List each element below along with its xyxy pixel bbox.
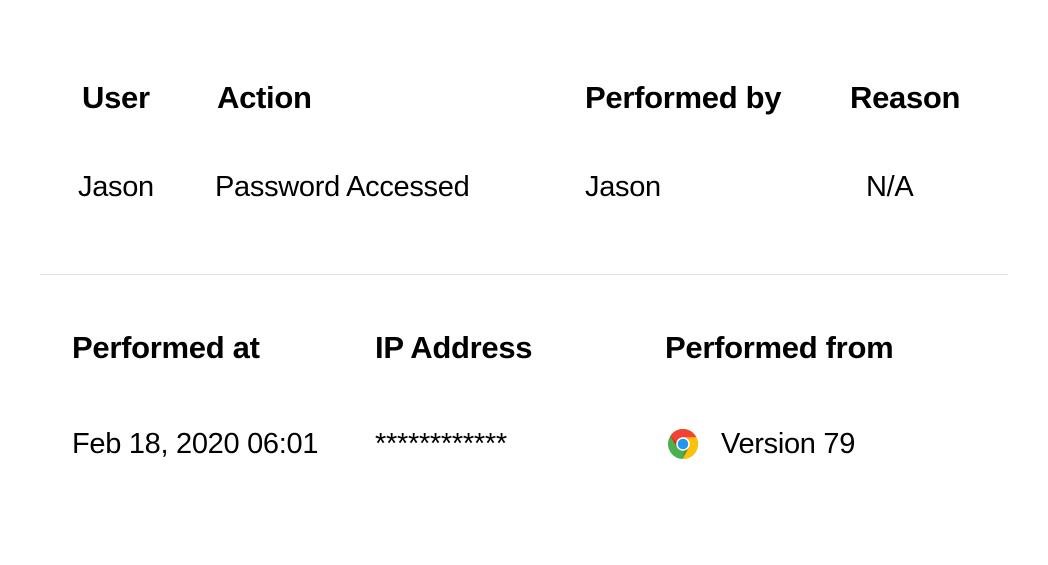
- bottom-value-row: Feb 18, 2020 06:01 ************: [40, 426, 1008, 462]
- value-performed-at: Feb 18, 2020 06:01: [72, 428, 318, 461]
- header-user: User: [82, 80, 150, 116]
- audit-top-section: User Action Performed by Reason Jason Pa…: [40, 0, 1008, 275]
- performed-from-browser: Version 79: [665, 426, 855, 462]
- top-header-row: User Action Performed by Reason: [40, 80, 1008, 116]
- header-performed-at: Performed at: [72, 330, 260, 366]
- value-performed-by: Jason: [585, 171, 661, 204]
- value-ip-address: ************: [375, 428, 507, 461]
- value-reason: N/A: [866, 171, 913, 204]
- value-user: Jason: [78, 171, 154, 204]
- bottom-header-row: Performed at IP Address Performed from: [40, 330, 1008, 366]
- top-value-row: Jason Password Accessed Jason N/A: [40, 171, 1008, 204]
- header-reason: Reason: [850, 80, 960, 116]
- header-performed-from: Performed from: [665, 330, 893, 366]
- header-performed-by: Performed by: [585, 80, 781, 116]
- audit-bottom-section: Performed at IP Address Performed from F…: [40, 275, 1008, 522]
- header-ip-address: IP Address: [375, 330, 532, 366]
- chrome-icon: [665, 426, 701, 462]
- header-action: Action: [217, 80, 312, 116]
- value-action: Password Accessed: [215, 171, 469, 204]
- value-performed-from-version: Version 79: [721, 428, 855, 461]
